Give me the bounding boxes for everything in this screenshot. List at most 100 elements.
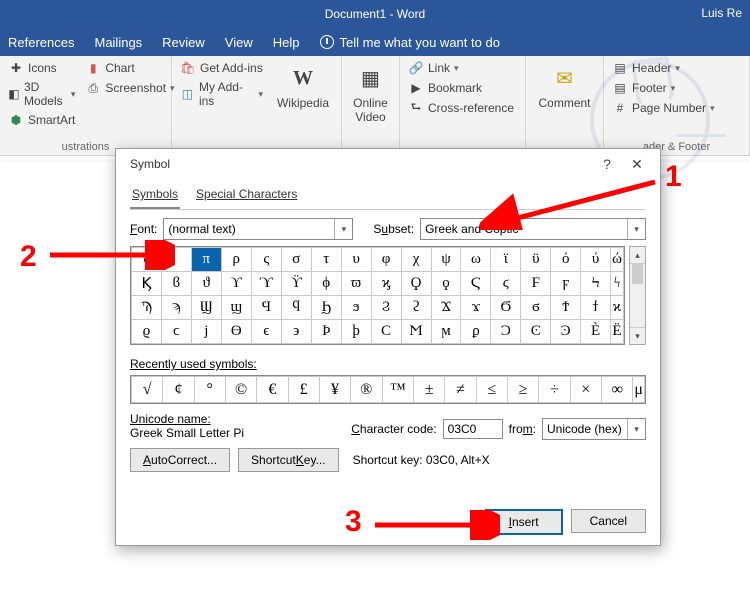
footer-button[interactable]: ▤Footer — [612, 80, 741, 96]
symbol-cell[interactable]: ϔ — [281, 272, 311, 296]
tab-symbols[interactable]: Symbols — [130, 183, 180, 209]
pagenumber-button[interactable]: #Page Number — [612, 100, 741, 116]
symbol-cell[interactable]: Ϟ — [581, 272, 611, 296]
symbol-cell[interactable]: ϰ — [611, 296, 624, 320]
icons-button[interactable]: ✚Icons — [8, 60, 75, 76]
recent-symbol-cell[interactable]: ¢ — [163, 377, 194, 403]
symbol-cell[interactable]: ϶ — [281, 320, 311, 344]
symbol-cell[interactable]: ϟ — [611, 272, 624, 296]
symbol-cell[interactable]: Ϧ — [311, 296, 341, 320]
tab-help[interactable]: Help — [273, 35, 300, 50]
symbol-cell[interactable]: Ϫ — [431, 296, 461, 320]
chart-button[interactable]: ▮Chart — [85, 60, 174, 76]
my-addins-button[interactable]: ◫My Add-ins — [180, 80, 263, 108]
dialog-help-button[interactable]: ? — [592, 149, 622, 179]
symbol-cell[interactable]: ϳ — [191, 320, 221, 344]
symbol-cell[interactable]: Ϸ — [311, 320, 341, 344]
recent-symbol-cell[interactable]: ™ — [382, 377, 414, 403]
bookmark-button[interactable]: ▶Bookmark — [408, 80, 517, 96]
symbol-cell[interactable]: ϻ — [431, 320, 461, 344]
symbol-cell[interactable]: χ — [401, 248, 431, 272]
symbol-cell[interactable]: ϣ — [221, 296, 251, 320]
symbol-cell[interactable]: Ϭ — [491, 296, 521, 320]
from-combo[interactable]: Unicode (hex) ▾ — [542, 418, 646, 440]
recent-symbol-cell[interactable]: £ — [288, 377, 319, 403]
symbol-cell[interactable]: Ϝ — [521, 272, 551, 296]
symbol-cell[interactable]: ϡ — [161, 296, 191, 320]
recent-symbol-cell[interactable]: © — [225, 377, 256, 403]
subset-combo[interactable]: Greek and Coptic ▾ — [420, 218, 646, 240]
symbol-cell[interactable]: Ϩ — [371, 296, 401, 320]
dropdown-icon[interactable]: ▾ — [627, 219, 645, 239]
symbol-cell[interactable]: ς — [251, 248, 281, 272]
symbol-cell[interactable]: ϗ — [371, 272, 401, 296]
symbol-cell[interactable]: υ — [341, 248, 371, 272]
symbol-cell[interactable]: ϐ — [161, 272, 191, 296]
symbol-cell[interactable]: ϧ — [341, 296, 371, 320]
scroll-thumb[interactable] — [632, 264, 643, 284]
recent-symbol-cell[interactable]: ° — [194, 377, 225, 403]
font-combo[interactable]: (normal text) ▾ — [163, 218, 353, 240]
scroll-down-icon[interactable]: ▾ — [630, 327, 645, 344]
symbol-cell[interactable]: φ — [371, 248, 401, 272]
symbol-cell[interactable]: ψ — [431, 248, 461, 272]
symbol-cell[interactable]: ϲ — [161, 320, 191, 344]
symbol-cell[interactable]: ϥ — [281, 296, 311, 320]
symbol-cell[interactable]: Ϯ — [551, 296, 581, 320]
recent-symbol-cell[interactable]: ≤ — [476, 377, 507, 403]
symbol-cell[interactable]: Ϻ — [401, 320, 431, 344]
symbol-cell[interactable]: Ϲ — [371, 320, 401, 344]
recent-symbol-cell[interactable]: € — [257, 377, 288, 403]
dropdown-icon[interactable]: ▾ — [334, 219, 352, 239]
recent-symbol-cell[interactable]: ÷ — [539, 377, 570, 403]
tell-me[interactable]: Tell me what you want to do — [320, 35, 500, 50]
symbol-cell[interactable]: Ϗ — [132, 272, 162, 296]
symbol-cell[interactable]: ω — [461, 248, 491, 272]
screenshot-button[interactable]: ⎙Screenshot — [85, 80, 174, 96]
symbol-cell[interactable]: ϑ — [191, 272, 221, 296]
symbol-cell[interactable]: ϱ — [132, 320, 162, 344]
recent-symbol-cell[interactable]: ± — [414, 377, 445, 403]
symbol-cell[interactable]: ϝ — [551, 272, 581, 296]
header-button[interactable]: ▤Header — [612, 60, 741, 76]
symbol-cell[interactable]: ϯ — [581, 296, 611, 320]
symbol-cell[interactable]: ϼ — [461, 320, 491, 344]
symbol-cell[interactable]: Ϥ — [251, 296, 281, 320]
symbol-cell[interactable]: Ѐ — [581, 320, 611, 344]
symbol-cell[interactable] — [161, 248, 191, 272]
symbol-cell[interactable]: ϛ — [491, 272, 521, 296]
cancel-button[interactable]: Cancel — [571, 509, 646, 533]
get-addins-button[interactable]: 🛍Get Add-ins — [180, 60, 263, 76]
symbol-cell[interactable]: π — [191, 248, 221, 272]
recent-symbol-cell[interactable]: √ — [132, 377, 163, 403]
symbol-cell[interactable]: Ϛ — [461, 272, 491, 296]
grid-scrollbar[interactable]: ▴ ▾ — [629, 246, 646, 345]
symbol-cell[interactable]: Ё — [611, 320, 624, 344]
symbol-cell[interactable]: Ϡ — [132, 296, 162, 320]
online-video-button[interactable]: ▦ Online Video — [350, 60, 391, 126]
recent-symbol-cell[interactable]: μ — [633, 377, 645, 403]
symbol-cell[interactable]: ϒ — [221, 272, 251, 296]
recent-grid[interactable]: √¢°©€£¥®™±≠≤≥÷×∞μ — [130, 375, 646, 404]
crossref-button[interactable]: ⮑Cross-reference — [408, 100, 517, 116]
scroll-up-icon[interactable]: ▴ — [630, 247, 645, 264]
symbol-cell[interactable]: Ͼ — [521, 320, 551, 344]
symbol-cell[interactable]: ύ — [581, 248, 611, 272]
tab-references[interactable]: References — [8, 35, 74, 50]
symbol-cell[interactable]: ϵ — [251, 320, 281, 344]
charcode-input[interactable]: 03C0 — [443, 419, 503, 439]
wikipedia-button[interactable]: W Wikipedia — [273, 60, 333, 112]
dialog-close-button[interactable]: ✕ — [622, 149, 652, 179]
symbol-cell[interactable]: Ͽ — [551, 320, 581, 344]
symbol-cell[interactable]: ϕ — [311, 272, 341, 296]
recent-symbol-cell[interactable]: ∞ — [601, 377, 632, 403]
shortcutkey-button[interactable]: Shortcut Key... — [238, 448, 339, 472]
symbol-cell[interactable]: ϴ — [221, 320, 251, 344]
recent-symbol-cell[interactable]: ≠ — [445, 377, 476, 403]
recent-symbol-cell[interactable]: ¥ — [319, 377, 350, 403]
autocorrect-button[interactable]: AutoCorrect... — [130, 448, 230, 472]
tab-mailings[interactable]: Mailings — [94, 35, 142, 50]
symbol-cell[interactable]: ϩ — [401, 296, 431, 320]
symbol-cell[interactable]: ϋ — [521, 248, 551, 272]
tab-view[interactable]: View — [225, 35, 253, 50]
